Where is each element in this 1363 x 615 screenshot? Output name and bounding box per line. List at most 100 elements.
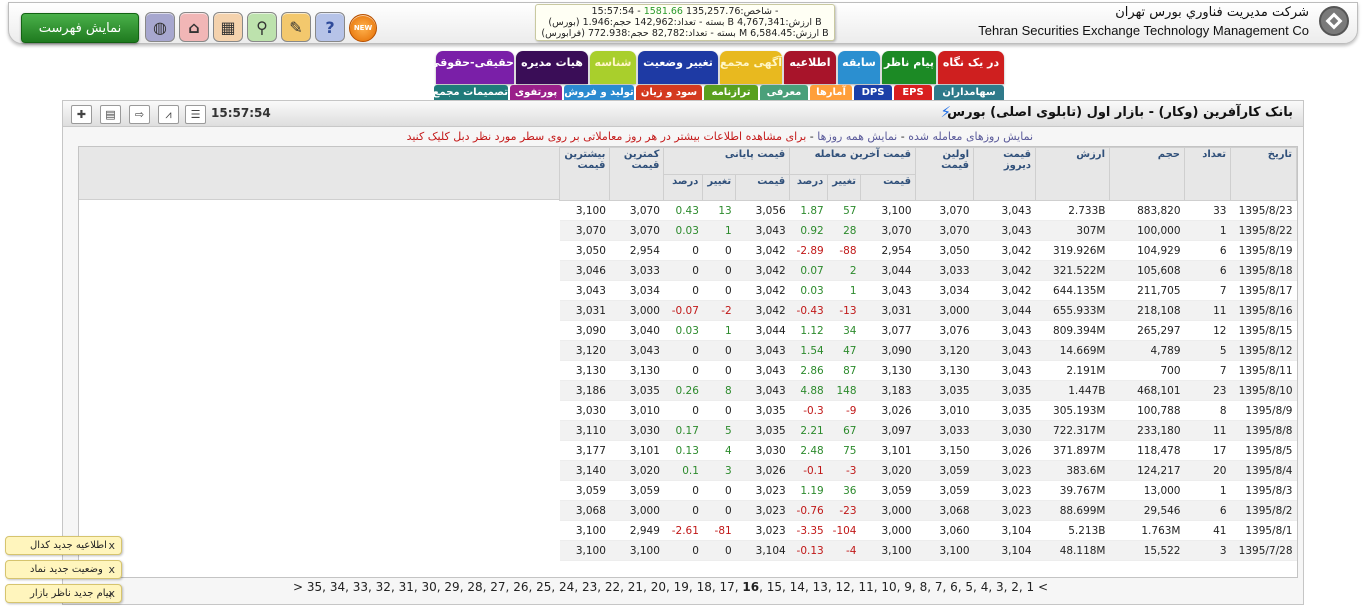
table-row[interactable]: 1395/8/11 7 700 2.191M 3,043 3,130 3,130 87 2.86… <box>559 360 1297 381</box>
pager-page[interactable]: 9 <box>904 580 912 594</box>
pager-page[interactable]: 14 <box>790 580 805 594</box>
globe-icon[interactable]: ◍ <box>145 12 175 42</box>
table-row[interactable]: 1395/8/8 11 233,180 722.317M 3,030 3,033 3,097… <box>559 420 1297 441</box>
col-last-price[interactable]: قیمت <box>860 173 916 201</box>
pager-page[interactable]: 6 <box>950 580 958 594</box>
alert-toast[interactable]: پیام جدید ناظر بازار x <box>5 584 122 603</box>
subtab-6[interactable]: سود و زیان <box>636 85 702 100</box>
subtab-8[interactable]: پورتفوی <box>510 85 562 100</box>
col-max-price[interactable]: بیشترین قیمت <box>559 147 611 201</box>
tab-7[interactable]: هیات مدیره <box>516 51 588 84</box>
pager-page[interactable]: 17 <box>719 580 734 594</box>
col-last-change[interactable]: تغییر <box>827 173 861 201</box>
col-first-price[interactable]: اولین قیمت <box>915 147 974 201</box>
new-badge-icon[interactable]: NEW <box>349 14 377 42</box>
table-row[interactable]: 1395/8/18 6 105,608 321.522M 3,042 3,033 3,044… <box>559 260 1297 281</box>
tab-0[interactable]: در یک نگاه <box>938 51 1004 84</box>
pager-page[interactable]: 29 <box>444 580 459 594</box>
col-close-price[interactable]: قیمت <box>735 173 791 201</box>
col-close-percent[interactable]: درصد <box>663 173 704 201</box>
tab-3[interactable]: اطلاعیه <box>784 51 836 84</box>
col-last-percent[interactable]: درصد <box>789 173 829 201</box>
pager-page[interactable]: 22 <box>605 580 620 594</box>
subtab-7[interactable]: تولید و فروش <box>564 85 634 100</box>
pager-page[interactable]: 23 <box>582 580 597 594</box>
pager-page[interactable]: 16 <box>742 580 759 594</box>
subtab-1[interactable]: EPS <box>894 85 932 100</box>
add-icon[interactable]: ✚ <box>71 105 92 124</box>
pager-page[interactable]: 34 <box>330 580 345 594</box>
table-row[interactable]: 1395/8/3 1 13,000 39.767M 3,023 3,059 3,059 36 1… <box>559 480 1297 501</box>
close-icon[interactable]: x <box>108 537 115 554</box>
pager-page[interactable]: 27 <box>490 580 505 594</box>
alert-toast[interactable]: اطلاعیه جدید کدال x <box>5 536 122 555</box>
col-value[interactable]: ارزش <box>1035 147 1110 201</box>
tab-2[interactable]: سابقه <box>838 51 880 84</box>
col-date[interactable]: تاریخ <box>1230 147 1297 201</box>
home-icon[interactable]: ⌂ <box>179 12 209 42</box>
table-row[interactable]: 1395/8/4 20 124,217 383.6M 3,023 3,059 3,020 -3… <box>559 460 1297 481</box>
pager-page[interactable]: 1 <box>1027 580 1035 594</box>
subtab-2[interactable]: DPS <box>854 85 892 100</box>
col-count[interactable]: تعداد <box>1184 147 1231 201</box>
subtab-9[interactable]: تصمیمات مجمع <box>433 85 508 100</box>
pager-page[interactable]: 28 <box>467 580 482 594</box>
tab-1[interactable]: پیام ناظر <box>882 51 936 84</box>
tab-8[interactable]: حقیقی-حقوقی <box>429 51 514 84</box>
pager-page[interactable]: 20 <box>651 580 666 594</box>
pager-page[interactable]: 7 <box>935 580 943 594</box>
pager-page[interactable]: 19 <box>674 580 689 594</box>
grid-icon[interactable]: ▦ <box>213 12 243 42</box>
close-icon[interactable]: x <box>108 561 115 578</box>
subtab-0[interactable]: سهامداران <box>934 85 1004 100</box>
table-row[interactable]: 1395/8/1 41 1.763M 5.213B 3,104 3,060 3,000 -10… <box>559 520 1297 541</box>
chat-icon[interactable]: ✎ <box>281 12 311 42</box>
pager-page[interactable]: 24 <box>559 580 574 594</box>
table-row[interactable]: 1395/8/16 11 218,108 655.933M 3,044 3,000 3,03… <box>559 300 1297 321</box>
pager-page[interactable]: 13 <box>813 580 828 594</box>
pager-page[interactable]: 12 <box>836 580 851 594</box>
help-icon[interactable]: ? <box>315 12 345 42</box>
tab-6[interactable]: شناسه <box>590 51 636 84</box>
pager-page[interactable]: 26 <box>513 580 528 594</box>
pager-page[interactable]: 4 <box>981 580 989 594</box>
subtab-4[interactable]: معرفی <box>760 85 808 100</box>
pager-page[interactable]: 33 <box>353 580 368 594</box>
table-row[interactable]: 1395/8/10 23 468,101 1.447B 3,035 3,035 3,183 1… <box>559 380 1297 401</box>
pager-page[interactable]: 8 <box>920 580 928 594</box>
table-view-icon[interactable]: ☰ <box>185 105 206 124</box>
calculator-icon[interactable]: ▤ <box>100 105 121 124</box>
col-min-price[interactable]: کمترین قیمت <box>609 147 665 201</box>
table-row[interactable]: 1395/8/17 7 211,705 644.135M 3,042 3,034 3,043… <box>559 280 1297 301</box>
close-icon[interactable]: x <box>108 585 115 602</box>
pager-page[interactable]: 25 <box>536 580 551 594</box>
table-row[interactable]: 1395/8/22 1 100,000 307M 3,043 3,070 3,070 28 0.… <box>559 220 1297 241</box>
pager-page[interactable]: 10 <box>881 580 896 594</box>
table-row[interactable]: 1395/8/2 6 29,546 88.699M 3,023 3,068 3,000 -23… <box>559 500 1297 521</box>
table-row[interactable]: 1395/8/12 5 4,789 14.669M 3,043 3,120 3,090 47 1… <box>559 340 1297 361</box>
pager-page[interactable]: 3 <box>996 580 1004 594</box>
table-row[interactable]: 1395/7/28 3 15,522 48.118M 3,104 3,100 3,100 -4… <box>559 540 1297 561</box>
chart-icon[interactable]: ⩘ <box>158 105 179 124</box>
table-row[interactable]: 1395/8/23 33 883,820 2.733B 3,043 3,070 3,100 5… <box>559 200 1297 221</box>
table-row[interactable]: 1395/8/9 8 100,788 305.193M 3,035 3,010 3,026-… <box>559 400 1297 421</box>
pager-prev[interactable]: < <box>1038 580 1048 594</box>
col-volume[interactable]: حجم <box>1109 147 1185 201</box>
pager-page[interactable]: 32 <box>376 580 391 594</box>
subtab-5[interactable]: ترازنامه <box>704 85 758 100</box>
pager-page[interactable]: 5 <box>965 580 973 594</box>
col-close-change[interactable]: تغییر <box>702 173 737 201</box>
table-row[interactable]: 1395/8/15 12 265,297 809.394M 3,043 3,076 3,07… <box>559 320 1297 341</box>
pager-page[interactable]: 21 <box>628 580 643 594</box>
pager-page[interactable]: 18 <box>697 580 712 594</box>
show-traded-days-link[interactable]: نمایش روزهای معامله شده <box>908 130 1033 143</box>
show-list-button[interactable]: نمایش فهرست <box>21 13 139 43</box>
pager-page[interactable]: 2 <box>1011 580 1019 594</box>
table-row[interactable]: 1395/8/5 17 118,478 371.897M 3,026 3,150 3,101… <box>559 440 1297 461</box>
col-prev-price[interactable]: قیمت دیروز <box>973 147 1036 201</box>
subtab-3[interactable]: آمارها <box>810 85 852 100</box>
alert-toast[interactable]: وضعیت جدید نماد x <box>5 560 122 579</box>
tab-5[interactable]: تغییر وضعیت <box>638 51 718 84</box>
table-row[interactable]: 1395/8/19 6 104,929 319.926M 3,042 3,050 2,954… <box>559 240 1297 261</box>
show-all-days-link[interactable]: نمایش همه روزها <box>817 130 897 143</box>
